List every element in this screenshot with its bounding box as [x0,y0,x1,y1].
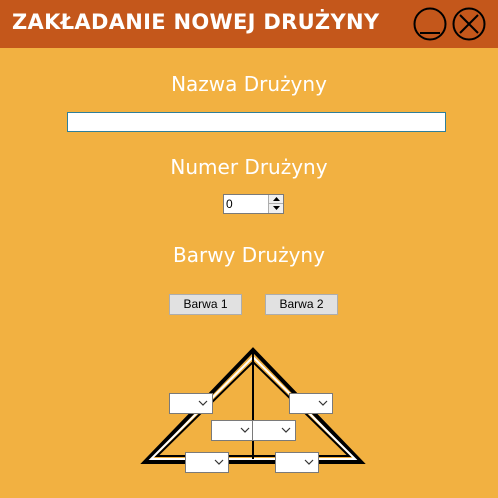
chevron-down-icon [198,400,208,406]
color-select-right-lower[interactable] [275,452,319,473]
color-select-right-upper[interactable] [289,393,333,414]
color-select-left-upper[interactable] [169,393,213,414]
chevron-down-icon [240,427,250,433]
color-select-left-lower[interactable] [185,452,229,473]
color-select-center-left[interactable] [211,420,255,441]
chevron-down-icon [281,427,291,433]
chevron-down-icon [214,459,224,465]
chevron-down-icon [304,459,314,465]
chevron-down-icon [318,400,328,406]
color-select-center-right[interactable] [252,420,296,441]
